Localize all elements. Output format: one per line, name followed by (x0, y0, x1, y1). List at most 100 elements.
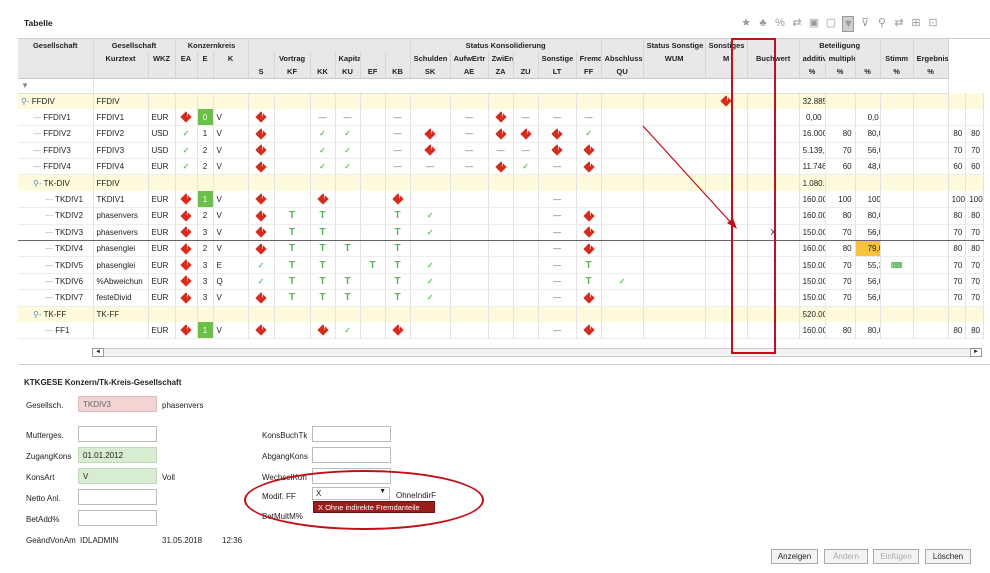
row-additiv[interactable]: 60 (825, 158, 856, 176)
row-ergebnis[interactable]: 70 (965, 256, 984, 274)
row-ergebnis[interactable]: 70 (965, 273, 984, 291)
row-status-cell[interactable]: — (538, 223, 577, 242)
row-status-cell[interactable] (601, 158, 644, 176)
row-status-cell[interactable] (643, 306, 706, 323)
row-status-cell[interactable] (576, 93, 602, 110)
row-gesellschaft[interactable]: ⚲- TK-FF (18, 306, 94, 323)
row-status-cell[interactable] (643, 207, 706, 225)
filter-icon[interactable]: ▼ (842, 16, 854, 32)
row-status-cell[interactable] (360, 322, 386, 340)
row-status-cell[interactable] (360, 174, 386, 192)
row-status-cell[interactable] (576, 158, 602, 176)
row-status-cell[interactable]: ✓ (410, 256, 451, 274)
table-row[interactable]: — FF1EUR1V✓—160.000,008080,08080 (18, 322, 984, 340)
row-status-cell[interactable] (488, 158, 514, 176)
row-wkz[interactable] (148, 174, 176, 192)
row-e[interactable]: 0 (197, 109, 214, 127)
row-gesellschaft[interactable]: — FFDIV4 (18, 158, 94, 176)
row-additiv[interactable] (825, 93, 856, 110)
row-kurztext[interactable]: FFDIV (93, 93, 149, 110)
row-status-cell[interactable]: ✓ (576, 125, 602, 143)
row-multiple2[interactable] (880, 191, 914, 209)
row-status-cell[interactable]: T (335, 289, 361, 307)
row-gesellschaft[interactable]: — TKDIV7 (18, 289, 94, 307)
row-status-cell[interactable]: — (450, 158, 489, 176)
row-stimm[interactable]: 80 (948, 207, 967, 225)
row-status-cell[interactable] (576, 306, 602, 323)
expand-icon[interactable]: ⊡ (927, 16, 939, 32)
row-status-cell[interactable]: T (274, 240, 311, 258)
row-ea[interactable] (175, 191, 198, 209)
row-status-cell[interactable]: — (538, 207, 577, 225)
row-k[interactable]: V (213, 207, 249, 225)
col-group2-26[interactable]: Ergebnis (913, 52, 949, 65)
row-multiple[interactable]: 100,0 (855, 191, 881, 209)
aendern-button[interactable]: Ändern (824, 549, 868, 564)
row-status-cell[interactable] (450, 273, 489, 291)
row-status-cell[interactable] (488, 125, 514, 143)
col-group3-24[interactable]: % (855, 65, 881, 79)
row-status-cell[interactable]: ✓ (310, 158, 336, 176)
row-status-cell[interactable] (576, 322, 602, 340)
row-multiple2[interactable] (880, 158, 914, 176)
row-status-cell[interactable]: T (310, 240, 336, 258)
row-stimm[interactable] (948, 109, 967, 127)
row-buchwert[interactable]: 16.000,00 (799, 125, 826, 143)
row-status-cell[interactable] (576, 240, 602, 258)
row-status-cell[interactable] (360, 191, 386, 209)
row-status-cell[interactable] (274, 158, 311, 176)
row-status-cell[interactable] (385, 306, 411, 323)
row-status-cell[interactable]: T (274, 207, 311, 225)
row-stimm[interactable]: 70 (948, 223, 967, 242)
row-status-cell[interactable] (601, 125, 644, 143)
row-status-cell[interactable]: ✓ (335, 322, 361, 340)
row-ergebnis[interactable] (965, 306, 984, 323)
col-group2-16[interactable]: Sonstige (538, 52, 577, 65)
row-status-cell[interactable] (310, 93, 336, 110)
row-status-cell[interactable] (410, 142, 451, 160)
row-buchwert[interactable]: 150.000,00 (799, 256, 826, 274)
col-group3-16[interactable]: LT (538, 65, 577, 79)
mutterges-field[interactable] (78, 426, 157, 442)
row-k[interactable]: V (213, 125, 249, 143)
col-group2-4[interactable]: E (197, 52, 214, 65)
row-multiple2[interactable] (880, 109, 914, 127)
row-wkz[interactable]: EUR (148, 109, 176, 127)
row-status-cell[interactable] (360, 109, 386, 127)
row-status-cell[interactable] (488, 240, 514, 258)
table-row[interactable]: — FFDIV2FFDIV2USD✓1V✓✓——✓16.000,008080,0… (18, 125, 984, 143)
row-gesellschaft[interactable]: — TKDIV6 (18, 273, 94, 291)
row-status-cell[interactable] (643, 289, 706, 307)
row-status-cell[interactable] (248, 93, 275, 110)
row-status-cell[interactable] (248, 142, 275, 160)
row-status-cell[interactable] (274, 174, 311, 192)
row-ergebnis[interactable]: 80 (965, 322, 984, 340)
row-additiv[interactable]: 80 (825, 322, 856, 340)
row-k[interactable] (213, 174, 249, 192)
col-group3-18[interactable]: QU (601, 65, 644, 79)
row-additiv[interactable]: 70 (825, 289, 856, 307)
row-status-cell[interactable] (360, 289, 386, 307)
row-ergebnis[interactable] (965, 93, 984, 110)
row-e[interactable]: 3 (197, 256, 214, 274)
row-buchwert[interactable]: 150.000,00 (799, 289, 826, 307)
row-status-cell[interactable] (643, 256, 706, 274)
row-status-cell[interactable] (601, 289, 644, 307)
row-status-cell[interactable] (360, 125, 386, 143)
row-status-cell[interactable] (450, 322, 489, 340)
row-status-cell[interactable]: T (274, 273, 311, 291)
row-status-cell[interactable] (513, 223, 539, 242)
row-status-cell[interactable] (248, 125, 275, 143)
row-stimm[interactable]: 80 (948, 322, 967, 340)
row-wkz[interactable]: EUR (148, 289, 176, 307)
row-multiple2[interactable] (880, 273, 914, 291)
row-status-cell[interactable] (488, 273, 514, 291)
row-ea[interactable] (175, 289, 198, 307)
row-additiv[interactable] (825, 306, 856, 323)
row-stimm[interactable]: 70 (948, 256, 967, 274)
row-status-cell[interactable] (450, 174, 489, 192)
row-multiple[interactable]: 0,0 (855, 109, 881, 127)
row-stimm[interactable]: 80 (948, 125, 967, 143)
row-status-cell[interactable] (248, 174, 275, 192)
row-status-cell[interactable]: — (385, 142, 411, 160)
